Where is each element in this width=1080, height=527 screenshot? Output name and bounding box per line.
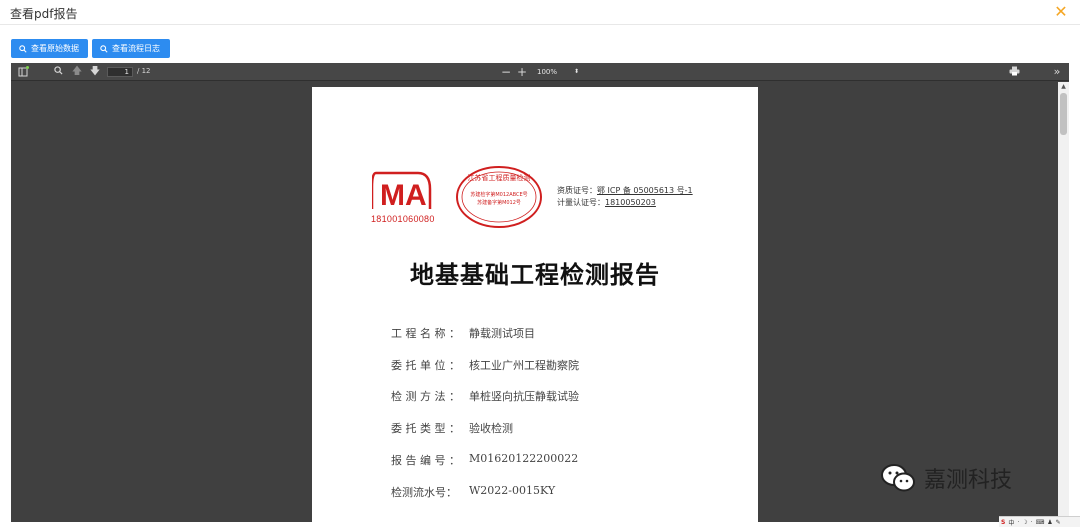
svg-text:苏建检字第M012ABCE号: 苏建检字第M012ABCE号 xyxy=(470,191,527,198)
pdf-viewer: 🡅 🡇 1 / 12 − + 100% ⬍ » ▲ MA 18100106008… xyxy=(11,63,1069,522)
search-icon xyxy=(19,44,27,53)
field-label-report-number: 报 告 编 号 ： xyxy=(391,454,460,467)
field-value-test-method: 单桩竖向抗压静载试验 xyxy=(469,390,579,403)
ime-moon-icon[interactable]: ☽ xyxy=(1022,519,1027,526)
print-icon[interactable] xyxy=(1008,66,1020,78)
svg-text:江苏省工程质量检测: 江苏省工程质量检测 xyxy=(468,173,531,182)
field-label-commission-type: 委 托 类 型 ： xyxy=(391,422,460,435)
report-title: 地基基础工程检测报告 xyxy=(410,260,660,289)
page-total: / 12 xyxy=(137,67,151,75)
sidebar-toggle-icon[interactable] xyxy=(17,66,29,78)
ime-toolbar[interactable]: S 中 · ☽ · ⌨ ♟ ✎ xyxy=(999,516,1080,527)
double-chevron-right-icon[interactable]: » xyxy=(1051,66,1063,78)
view-process-log-label: 查看流程日志 xyxy=(112,44,160,53)
field-value-client: 核工业广州工程勘察院 xyxy=(469,359,579,372)
dialog-header: 查看pdf报告 ✕ xyxy=(0,0,1080,25)
field-value-project-name: 静载测试项目 xyxy=(469,327,535,340)
scroll-thumb[interactable] xyxy=(1060,93,1067,135)
zoom-in-button[interactable]: + xyxy=(516,66,528,78)
close-icon[interactable]: ✕ xyxy=(1053,4,1069,20)
view-process-log-button[interactable]: 查看流程日志 xyxy=(92,39,170,58)
field-label-project-name: 工 程 名 称 ： xyxy=(391,327,460,340)
field-value-serial-number: W2022-0015KY xyxy=(469,484,556,497)
svg-text:MA: MA xyxy=(380,179,427,212)
field-value-commission-type: 验收检测 xyxy=(469,422,513,435)
page-number-input[interactable]: 1 xyxy=(107,67,133,77)
find-icon[interactable] xyxy=(52,66,64,78)
ime-keyboard-icon[interactable]: ⌨ xyxy=(1036,519,1045,526)
chevron-down-icon: ⬍ xyxy=(573,68,579,75)
field-label-serial-number: 检测流水号： xyxy=(391,486,457,499)
zoom-level: 100% xyxy=(537,68,558,76)
ma-number: 181001060080 xyxy=(371,214,435,224)
ime-settings-icon[interactable]: ✎ xyxy=(1056,519,1061,526)
inspection-seal: 江苏省工程质量检测 苏建检字第M012ABCE号 苏建备字第M012号 xyxy=(456,166,542,228)
qualification-number: 资质证号：鄂 ICP 备 05005613 号-1 xyxy=(557,186,693,195)
field-value-report-number: M01620122200022 xyxy=(469,452,579,465)
search-icon xyxy=(100,44,108,53)
arrow-up-icon[interactable]: 🡅 xyxy=(71,66,83,78)
ime-dot: · xyxy=(1030,518,1033,526)
scrollbar[interactable]: ▲ xyxy=(1058,82,1069,522)
ime-dot: · xyxy=(1017,518,1020,526)
scroll-up-icon[interactable]: ▲ xyxy=(1058,82,1069,92)
svg-text:苏建备字第M012号: 苏建备字第M012号 xyxy=(477,199,521,206)
ime-mode[interactable]: 中 xyxy=(1008,518,1014,527)
watermark: 嘉测科技 xyxy=(880,460,1012,496)
view-raw-data-label: 查看原始数据 xyxy=(31,44,79,53)
zoom-select[interactable]: 100% ⬍ xyxy=(533,66,583,78)
pdf-page: MA 181001060080 江苏省工程质量检测 苏建检字第M012ABCE号… xyxy=(312,87,758,522)
watermark-text: 嘉测科技 xyxy=(924,468,1013,493)
wechat-icon xyxy=(881,464,915,492)
dialog-title: 查看pdf报告 xyxy=(10,7,78,21)
ime-user-icon[interactable]: ♟ xyxy=(1047,519,1052,526)
view-raw-data-button[interactable]: 查看原始数据 xyxy=(11,39,88,58)
ime-logo: S xyxy=(1001,518,1006,526)
field-label-test-method: 检 测 方 法 ： xyxy=(391,390,460,403)
zoom-out-button[interactable]: − xyxy=(500,66,512,78)
pdf-toolbar: 🡅 🡇 1 / 12 − + 100% ⬍ » xyxy=(11,63,1069,81)
metrology-number: 计量认证号：1810050203 xyxy=(557,198,656,207)
certificate-numbers: 资质证号：鄂 ICP 备 05005613 号-1 计量认证号：18100502… xyxy=(557,185,693,209)
field-label-client: 委 托 单 位 ： xyxy=(391,359,460,372)
arrow-down-icon[interactable]: 🡇 xyxy=(89,66,101,78)
